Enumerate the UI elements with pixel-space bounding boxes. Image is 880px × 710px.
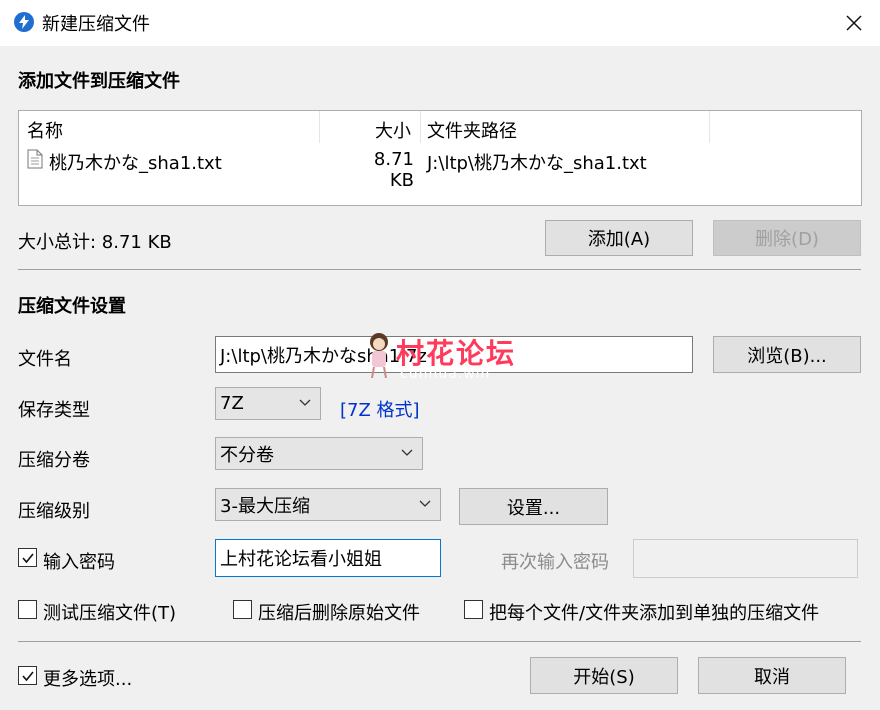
text-file-icon [27, 149, 43, 174]
file-name-cell: 桃乃木かな_sha1.txt [49, 153, 222, 174]
password-checkbox[interactable] [18, 548, 37, 567]
column-header-name[interactable]: 名称 [27, 117, 63, 143]
password-input[interactable]: 上村花论坛看小姐姐 [215, 539, 441, 577]
password-label[interactable]: 输入密码 [43, 548, 115, 574]
format-link[interactable]: [7Z 格式] [340, 396, 420, 422]
checkmark-icon [21, 552, 34, 563]
chevron-down-icon [419, 500, 431, 507]
split-value: 不分卷 [220, 444, 274, 466]
watermark-figure [366, 332, 392, 379]
filename-label: 文件名 [18, 349, 72, 370]
delete-after-label[interactable]: 压缩后删除原始文件 [258, 599, 420, 625]
level-value: 3-最大压缩 [220, 495, 310, 517]
close-button[interactable] [836, 6, 872, 40]
test-archive-checkbox[interactable] [18, 600, 37, 619]
app-icon [14, 12, 34, 32]
more-options-label[interactable]: 更多选项... [43, 665, 132, 691]
close-icon [846, 15, 862, 31]
save-type-select[interactable]: 7Z [215, 387, 321, 420]
test-archive-label[interactable]: 测试压缩文件(T) [43, 599, 176, 625]
start-button[interactable]: 开始(S) [530, 657, 678, 694]
checkmark-icon [21, 670, 34, 681]
save-type-value: 7Z [220, 393, 244, 414]
split-label: 压缩分卷 [18, 450, 90, 471]
split-select[interactable]: 不分卷 [215, 437, 423, 470]
add-section-title: 添加文件到压缩文件 [18, 71, 180, 92]
chevron-down-icon [299, 399, 311, 406]
cancel-button[interactable]: 取消 [698, 657, 846, 694]
browse-button[interactable]: 浏览(B)... [713, 336, 861, 373]
separate-archives-checkbox[interactable] [464, 600, 483, 619]
file-list[interactable]: 名称 大小 文件夹路径 桃乃木かな_sha1.txt 8.71 KB J:\lt… [18, 110, 862, 206]
delete-after-checkbox[interactable] [233, 600, 252, 619]
column-header-size[interactable]: 大小 [375, 117, 411, 143]
divider [18, 269, 861, 270]
column-divider[interactable] [319, 111, 320, 143]
add-button[interactable]: 添加(A) [545, 220, 693, 256]
chevron-down-icon [401, 449, 413, 456]
column-divider[interactable] [420, 111, 421, 143]
watermark-subtext: cunhua.win [400, 366, 491, 382]
more-options-checkbox[interactable] [18, 666, 37, 685]
file-path-cell: J:\ltp\桃乃木かな_sha1.txt [427, 153, 647, 174]
save-type-label: 保存类型 [18, 400, 90, 421]
divider [18, 641, 861, 642]
repeat-password-label: 再次输入密码 [501, 552, 609, 573]
file-size-cell: 8.71 KB [373, 149, 414, 191]
window-title: 新建压缩文件 [42, 14, 150, 35]
level-settings-button[interactable]: 设置... [459, 488, 608, 525]
column-header-path[interactable]: 文件夹路径 [427, 117, 517, 143]
total-size-label: 大小总计: 8.71 KB [18, 232, 172, 253]
column-divider[interactable] [709, 111, 710, 143]
separate-archives-label[interactable]: 把每个文件/文件夹添加到单独的压缩文件 [489, 599, 819, 625]
table-row[interactable]: 桃乃木かな_sha1.txt 8.71 KB J:\ltp\桃乃木かな_sha1… [27, 147, 847, 191]
level-label: 压缩级别 [18, 501, 90, 522]
settings-section-title: 压缩文件设置 [18, 296, 126, 317]
repeat-password-input[interactable] [633, 539, 858, 578]
level-select[interactable]: 3-最大压缩 [215, 488, 441, 521]
delete-button[interactable]: 删除(D) [713, 220, 861, 256]
